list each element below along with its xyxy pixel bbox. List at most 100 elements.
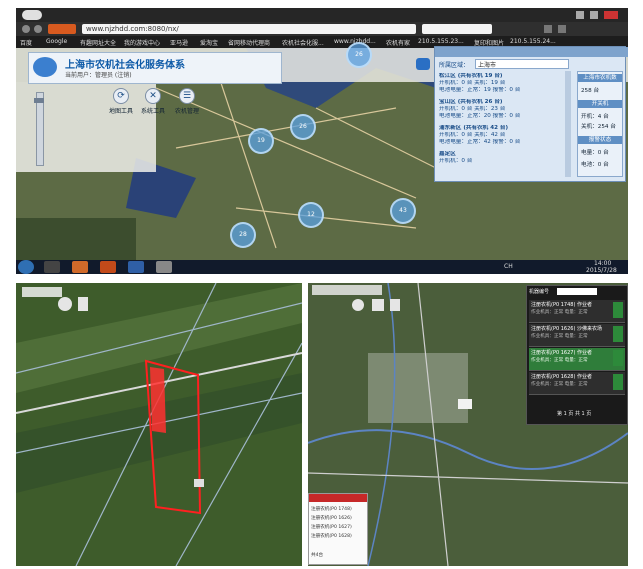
back-icon[interactable] [22,25,30,33]
bookmark-item[interactable]: 农机社会化服... [282,38,324,47]
start-button[interactable] [18,260,34,274]
browser-screenshot: www.njzhdd.com:8080/nx/ 百度 Google 有趣网址大全… [16,8,628,274]
panel-scrollbar[interactable] [565,71,571,177]
panel-toggle-icon[interactable] [416,58,430,70]
status-badge [613,350,623,366]
minimize-icon[interactable] [576,11,584,19]
machine-name: 注册农机(P0 1748) 作业者 [531,302,593,308]
district-status: 开机机：0 台 关机：19 台 [439,80,506,86]
bookmark-item[interactable]: 我的游戏中心 [124,38,160,47]
district-battery: 电池电量：正常：20 报警：0 台 [439,113,521,119]
gear-icon[interactable] [558,25,566,33]
region-select[interactable]: 上海市 [475,59,569,69]
bookmark-item[interactable]: 亚马逊 [170,38,188,47]
popup-item[interactable]: 注册农机(P0 1628) [311,533,352,539]
popup-header [309,494,367,502]
browser-menu-button[interactable] [48,24,76,34]
summary-alarm: 电量：0 台 [581,150,609,156]
refresh-icon: ⟳ [113,88,129,104]
district-name[interactable]: 宝山区 (共有农机 26 台) [439,99,561,106]
list-icon[interactable] [390,299,400,311]
machine-status: 作业机具：正常 电量：正常 [531,382,588,387]
map-tool-icon[interactable] [58,297,72,311]
popup-item[interactable]: 注册农机(P0 1627) [311,524,352,530]
bookmark-item[interactable]: 210.5.155.24... [510,38,556,45]
current-user[interactable]: 当前用户：管理员 (注销) [65,70,132,79]
map-cluster[interactable]: 28 [230,222,256,248]
district-status: 开机机：0 台 关机：23 台 [439,106,506,112]
field-map-view[interactable] [16,283,302,566]
district-name[interactable]: 浦东新区 (共有农机 42 台) [439,125,561,132]
browser-titlebar [16,8,628,22]
district-status: 开机机：0 台 关机：42 台 [439,132,506,138]
machine-location-view[interactable]: 机器编号 注册农机(P0 1748) 作业者 作业机具：正常 电量：正常 注册农… [308,283,628,566]
refresh-icon[interactable] [352,299,364,311]
app-title: 上海市农机社会化服务体系 [65,60,185,71]
bookmark-item[interactable]: 百度 [20,38,32,47]
machine-status: 作业机具：正常 电量：正常 [531,334,588,339]
taskbar-app-icon[interactable] [72,261,88,273]
filter-input[interactable] [557,288,597,295]
status-badge [613,302,623,318]
summary-total: 258 台 [581,88,600,94]
status-badge [613,374,623,390]
district-name[interactable]: 松江区 (共有农机 19 台) [439,73,561,80]
address-bar: www.njzhdd.com:8080/nx/ [16,22,628,36]
input-language[interactable]: CH [504,263,513,270]
machine-marker[interactable] [458,399,472,409]
zoom-slider[interactable] [36,92,44,166]
map-cluster[interactable]: 26 [346,42,372,68]
clock-date: 2015/7/28 [586,267,617,274]
summary-off: 关机：254 台 [581,124,616,130]
district-name[interactable]: 嘉定区 [439,151,561,158]
tools-icon: ✕ [145,88,161,104]
summary-header: 开关机 [578,100,622,108]
list-icon[interactable] [78,297,88,311]
taskbar-app-icon[interactable] [44,261,60,273]
map-tool-button[interactable]: ⟳ 地图工具 [108,88,134,115]
taskbar-app-icon[interactable] [156,261,172,273]
home-icon[interactable] [544,25,552,33]
bookmark-item[interactable]: 有趣网址大全 [80,38,116,47]
machine-popup: 注册农机(P0 1748) 注册农机(P0 1626) 注册农机(P0 1627… [308,493,368,565]
zoom-handle[interactable] [34,98,44,103]
bookmark-item[interactable]: 农机有家 [386,38,410,47]
machine-name: 注册农机(P0 1628) 作业者 [531,374,593,380]
map-cluster[interactable]: 26 [290,114,316,140]
app-header: 上海市农机社会化服务体系 当前用户：管理员 (注销) [28,52,282,84]
taskbar-app-icon[interactable] [128,261,144,273]
taskbar-app-icon[interactable] [100,261,116,273]
machine-list-item[interactable]: 注册农机(P0 1626) 沙佛来农场 作业机具：正常 电量：正常 [529,324,625,347]
popup-item[interactable]: 注册农机(P0 1626) [311,515,352,521]
machine-marker[interactable] [194,479,204,487]
machine-manage-button[interactable]: ☰ 农机管理 [174,88,200,115]
bookmark-item[interactable]: 爱淘宝 [200,38,218,47]
bookmark-item[interactable]: 省网移动代理商 [228,38,270,47]
search-input[interactable] [422,24,492,34]
district-status: 开机机：0 台 [439,158,473,164]
url-input[interactable]: www.njzhdd.com:8080/nx/ [82,24,416,34]
system-tool-button[interactable]: ✕ 系统工具 [140,88,166,115]
filter-label: 机器编号 [529,289,550,295]
region-label: 所属区域： [439,62,470,69]
close-icon[interactable] [604,11,618,19]
map-cluster[interactable]: 43 [390,198,416,224]
bookmark-item[interactable]: Google [46,38,67,45]
machine-status: 作业机具：正常 电量：正常 [531,310,588,315]
maximize-icon[interactable] [590,11,598,19]
district-battery: 电池电量：正常：42 报警：0 台 [439,139,521,145]
machine-list-item[interactable]: 注册农机(P0 1628) 作业者 作业机具：正常 电量：正常 [529,372,625,395]
bookmark-item[interactable]: 210.5.155.23... [418,38,464,45]
map-cluster[interactable]: 12 [298,202,324,228]
tools-icon[interactable] [372,299,384,311]
popup-item[interactable]: 注册农机(P0 1748) [311,506,352,512]
popup-footer: 共4台 [311,553,324,558]
pager[interactable]: 第 1 页 共 1 页 [557,410,591,417]
machine-list-item[interactable]: 注册农机(P0 1627) 作业者 作业机具：正常 电量：正常 [529,348,625,371]
machine-list-item[interactable]: 注册农机(P0 1748) 作业者 作业机具：正常 电量：正常 [529,300,625,323]
machine-name: 注册农机(P0 1627) 作业者 [531,350,593,356]
machine-list-panel: 机器编号 注册农机(P0 1748) 作业者 作业机具：正常 电量：正常 注册农… [526,285,628,425]
map-cluster[interactable]: 19 [248,128,274,154]
map-breadcrumb [312,285,382,295]
forward-icon[interactable] [34,25,42,33]
